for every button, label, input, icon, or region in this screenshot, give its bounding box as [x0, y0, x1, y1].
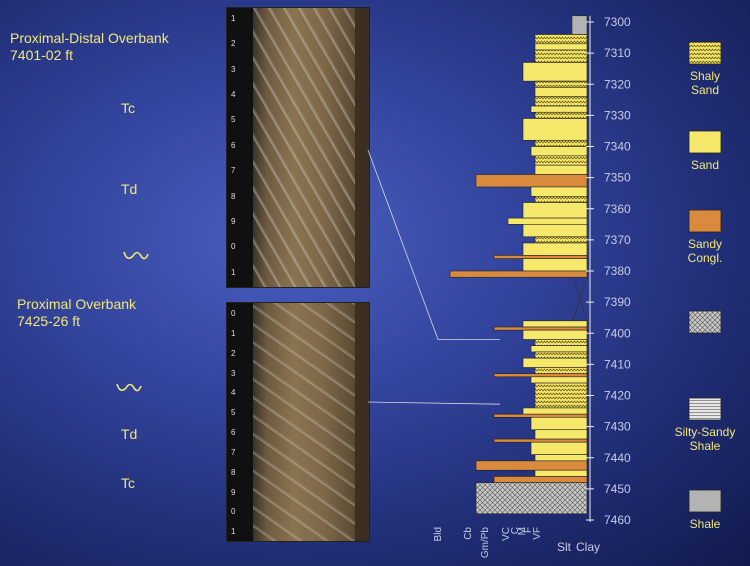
- lithology-bed: [449, 270, 588, 278]
- lithology-bed: [534, 367, 588, 375]
- lithology-bed: [534, 80, 588, 88]
- lithology-bed: [522, 202, 588, 219]
- lithology-bed: [493, 255, 588, 259]
- lithology-bed: [475, 460, 588, 471]
- depth-tick-label: 7380: [604, 264, 631, 278]
- grain-size-label: VF: [532, 527, 543, 540]
- legend-label: Shale: [690, 517, 721, 531]
- lithology-bed: [530, 186, 588, 197]
- lithology-bed: [534, 236, 588, 244]
- lithology-beds: [449, 15, 588, 515]
- lithology-bed: [507, 217, 588, 225]
- legend-label: Congl.: [688, 251, 723, 265]
- legend-label: Sandy: [688, 237, 722, 251]
- lithology-bed: [534, 96, 588, 107]
- depth-tick-label: 7420: [604, 389, 631, 403]
- legend-label: Sand: [691, 158, 719, 172]
- lithology-bed: [530, 105, 588, 113]
- lithology-bed: [493, 438, 588, 443]
- connector-line: [367, 149, 439, 340]
- depth-tick-label: 7320: [604, 77, 631, 91]
- depth-tick-label: 7310: [604, 46, 631, 60]
- lithology-bed: [493, 373, 588, 378]
- lithology-bed: [571, 15, 588, 35]
- depth-tick-label: 7340: [604, 140, 631, 154]
- depth-tick-label: 7410: [604, 357, 631, 371]
- depth-tick-label: 7390: [604, 295, 631, 309]
- grain-size-label: Bld: [433, 527, 444, 541]
- depth-tick-label: 7330: [604, 108, 631, 122]
- grain-size-label: Slt: [557, 540, 572, 554]
- legend-swatch-sandy-congl: [688, 209, 722, 233]
- lithology-bed: [522, 224, 588, 238]
- depth-tick-label: 7300: [604, 15, 631, 29]
- lithology-bed: [534, 43, 588, 51]
- lithology-bed: [522, 320, 588, 328]
- depth-tick-label: 7430: [604, 420, 631, 434]
- lithology-bed: [522, 62, 588, 82]
- lithology-bed: [522, 118, 588, 141]
- grain-size-label: Gm/Pb: [480, 527, 491, 559]
- connector-line: [367, 401, 501, 405]
- lithology-bed: [534, 111, 588, 119]
- depth-tick-label: 7350: [604, 171, 631, 185]
- lithology-bed: [522, 357, 588, 368]
- grain-size-label: Cb: [463, 527, 474, 540]
- lithology-bed: [534, 49, 588, 63]
- grain-size-labels: Bld Cb Gm/Pb VCCMFVFSlt Clay: [433, 527, 600, 559]
- depth-tick-label: 7400: [604, 326, 631, 340]
- lithology-bed: [534, 196, 588, 203]
- legend-label: Sand: [691, 83, 719, 97]
- lithology-bed: [530, 345, 588, 353]
- lithology-bed: [534, 139, 588, 147]
- lithology-bed: [534, 87, 588, 98]
- lithology-bed: [522, 258, 588, 272]
- depth-axis: 7300 7310 7320 7330 7340 7350 7360 7370 7380 7390…: [586, 15, 631, 527]
- lithology-bed: [534, 164, 588, 175]
- lithology-bed: [493, 413, 588, 418]
- lithology-bed: [493, 326, 588, 331]
- lithology-bed: [534, 429, 588, 440]
- depth-tick-label: 7360: [604, 202, 631, 216]
- depth-tick-label: 7460: [604, 513, 631, 527]
- lithology-bed: [522, 407, 588, 415]
- legend-swatch-shaly-sand: [688, 41, 722, 65]
- depth-tick-label: 7450: [604, 482, 631, 496]
- lithology-bed: [534, 155, 588, 166]
- lithology-bed: [534, 339, 588, 347]
- lithology-bed: [534, 351, 588, 359]
- depth-tick-label: 7440: [604, 451, 631, 465]
- lithology-bed: [534, 469, 588, 477]
- lithology-bed: [534, 382, 588, 409]
- lithology-bed: [530, 146, 588, 157]
- lithology-bed: [475, 174, 588, 188]
- legend-swatch-shale: [688, 489, 722, 513]
- legend-swatch-crosshatch: [688, 310, 722, 334]
- legend-swatch-silty-sandy-shale: [688, 397, 722, 421]
- lithology-bed: [534, 454, 588, 462]
- lithology-bed: [530, 416, 588, 431]
- lithology-bed: [475, 482, 588, 515]
- legend-swatch-sand: [688, 130, 722, 154]
- stratigraphic-column: 7300 7310 7320 7330 7340 7350 7360 7370 7380 7390…: [367, 15, 736, 559]
- legend-label: Shaly: [690, 69, 720, 83]
- depth-tick-label: 7370: [604, 233, 631, 247]
- lithology-bed: [522, 329, 588, 340]
- lithology-bed: [522, 242, 588, 256]
- grain-size-label: Clay: [576, 540, 600, 554]
- lithology-bed: [530, 441, 588, 455]
- lithology-bed: [534, 34, 588, 45]
- legend-label: Silty-Sandy: [675, 425, 736, 439]
- legend: ShalySandSandSandyCongl.Silty-SandyShale…: [675, 41, 736, 531]
- lithology-bed: [493, 476, 588, 483]
- lithology-bed: [530, 376, 588, 384]
- legend-label: Shale: [690, 439, 721, 453]
